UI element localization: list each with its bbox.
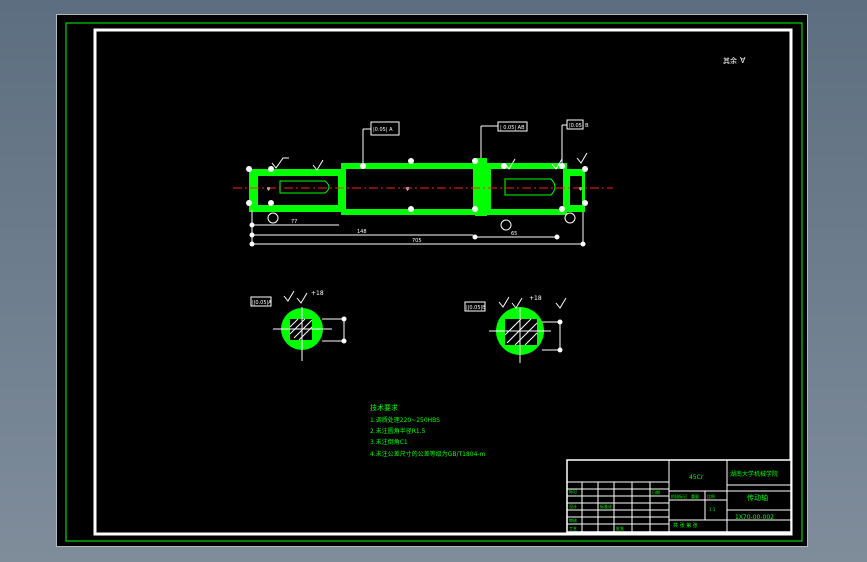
tolerance-frame-left: |0.05| A xyxy=(373,127,393,133)
note-item: 1.调质处理220~250HBS xyxy=(370,416,440,424)
title-drawing-no: 1X70-00-002 xyxy=(735,514,774,521)
roughness-symbol-icon: ∀ xyxy=(740,56,746,65)
note-item: 3.未注倒角C1 xyxy=(370,438,408,446)
title-checker-label: 审核 xyxy=(569,517,577,523)
title-process-label: 工艺 xyxy=(569,526,577,531)
title-stage-label: 阶段标记 xyxy=(671,493,687,499)
section-left-dim: +18 xyxy=(311,290,324,297)
title-material: 45Cr xyxy=(689,474,704,481)
drawing-border xyxy=(93,28,793,536)
title-weight-label: 重量 xyxy=(691,493,699,499)
title-mark-label: 标记 xyxy=(569,488,577,494)
title-block: 45Cr 湖南大学机械学院 传动轴 1X70-00-002 阶段标记 重量 比例… xyxy=(566,459,792,533)
title-approve-label: 批准 xyxy=(616,525,624,531)
title-date-label: 日期 xyxy=(652,489,660,495)
title-scale-value: 1:1 xyxy=(709,507,716,512)
shaft-main-view: φ φ φ 77 148 705 65 |0.05| A | 0.05| AB xyxy=(233,119,613,247)
dim-length-4: 65 xyxy=(511,231,517,237)
notes-heading: 技术要求 xyxy=(370,403,398,412)
section-right-frame: ||0.05|B xyxy=(466,305,486,311)
drawing-sheet[interactable]: 其余 ∀ φ φ φ 77 148 705 65 |0.05| A | 0.05… xyxy=(57,15,809,548)
note-item: 4.未注公差尺寸的公差等级为GB/T1804-m xyxy=(370,450,486,458)
section-view-right: ||0.05|B +18 xyxy=(464,295,567,363)
title-scale-label: 比例 xyxy=(707,493,715,499)
tolerance-frame-middle: | 0.05| AB xyxy=(500,125,525,131)
section-left-frame: ||0.05|A xyxy=(252,300,272,306)
title-school: 湖南大学机械学院 xyxy=(730,470,778,478)
dim-length-1: 77 xyxy=(291,219,297,225)
dim-length-2: 148 xyxy=(357,229,367,235)
roughness-note: 其余 xyxy=(723,56,737,65)
technical-notes: 技术要求 1.调质处理220~250HBS 2.未注圆角半径R1.5 3.未注倒… xyxy=(370,403,486,458)
title-sheet-label: 共 张 第 张 xyxy=(673,522,698,529)
dim-length-3: 705 xyxy=(412,238,422,244)
title-part-name: 传动轴 xyxy=(747,493,768,502)
note-item: 2.未注圆角半径R1.5 xyxy=(370,427,426,435)
title-designer-label: 设计 xyxy=(569,503,577,509)
cad-workspace[interactable]: 其余 ∀ φ φ φ 77 148 705 65 |0.05| A | 0.05… xyxy=(56,14,808,547)
section-right-dim: +18 xyxy=(529,295,542,302)
section-view-left: ||0.05|A +18 xyxy=(250,290,347,361)
tolerance-frame-right: |0.05| B xyxy=(569,123,589,129)
title-standard-label: 标准化 xyxy=(600,503,612,509)
